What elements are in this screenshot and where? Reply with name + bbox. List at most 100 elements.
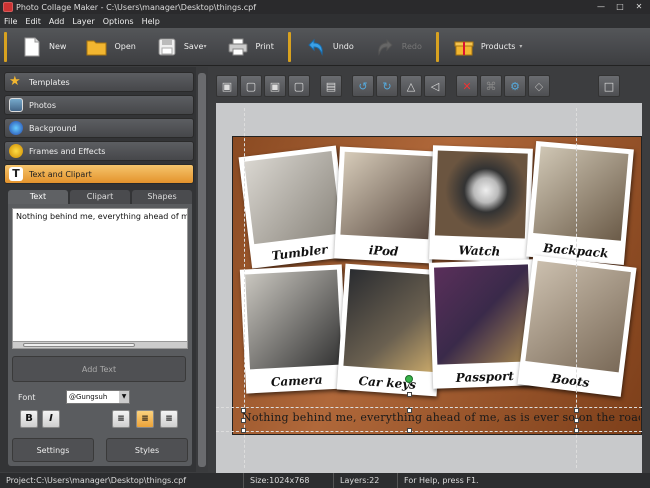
chevron-down-icon[interactable]: ▼ [119,391,129,403]
bring-forward-button[interactable]: ▢ [240,75,262,97]
resize-handle[interactable] [407,428,412,433]
photo-frame[interactable]: Tumbler [238,145,350,269]
bring-to-front-button[interactable]: ▢ [288,75,310,97]
redo-button[interactable]: Redo [364,30,432,64]
products-dropdown-icon[interactable]: ▾ [519,43,525,50]
photo-frame[interactable]: Backpack [526,140,634,266]
bold-button[interactable]: B [20,410,38,428]
resize-handle[interactable] [574,418,579,423]
save-disk-icon [156,36,178,58]
crop-icon: ⌘ [485,79,497,93]
left-panel-scrollbar[interactable] [196,67,208,472]
resize-handle[interactable] [407,392,412,397]
photos-icon [9,98,23,112]
send-to-back-button[interactable]: ▣ [216,75,238,97]
menu-add[interactable]: Add [49,17,65,26]
resize-handle[interactable] [241,408,246,413]
resize-handle[interactable] [574,428,579,433]
app-icon [3,2,13,12]
photo-frame[interactable]: iPod [334,146,438,264]
new-button[interactable]: New [11,30,76,64]
collage-canvas[interactable]: Tumbler iPod Watch Backpack Camera Car k… [232,136,642,435]
sidebar-item-label: Text and Clipart [29,169,92,179]
rotate-right-button[interactable]: ↻ [376,75,398,97]
properties-button[interactable]: ⚙ [504,75,526,97]
status-bar: Project:C:\Users\manager\Desktop\things.… [0,473,650,488]
tab-shapes[interactable]: Shapes [132,190,192,204]
resize-handle[interactable] [241,418,246,423]
undo-button[interactable]: Undo [295,30,364,64]
scrollbar-thumb[interactable] [23,343,135,347]
menu-layer[interactable]: Layer [72,17,94,26]
sidebar-item-text-and-clipart[interactable]: T Text and Clipart [4,164,194,184]
tab-text[interactable]: Text [8,190,68,204]
text-input[interactable]: Nothing behind me, everything ahead of m… [12,208,188,344]
flip-horizontal-button[interactable]: △ [400,75,422,97]
resize-handle[interactable] [241,428,246,433]
menu-help[interactable]: Help [142,17,160,26]
minimize-button[interactable]: — [593,1,609,12]
align-left-button[interactable]: ≡ [112,410,130,428]
delete-button[interactable]: ✕ [456,75,478,97]
window-title: Photo Collage Maker - C:\Users\manager\D… [16,2,257,12]
photo-image [244,151,342,245]
photo-caption: Camera [270,372,323,390]
status-project: Project:C:\Users\manager\Desktop\things.… [0,473,244,488]
rotate-left-icon: ↺ [358,79,368,93]
sidebar-item-templates[interactable]: ★ Templates [4,72,194,92]
menu-bar: File Edit Add Layer Options Help [0,14,650,28]
photo-caption: iPod [368,243,399,259]
page-button[interactable]: □ [598,75,620,97]
guide-line [244,108,245,468]
photo-image [343,269,440,373]
add-text-button[interactable]: Add Text [12,356,186,382]
sidebar-item-photos[interactable]: Photos [4,95,194,115]
menu-file[interactable]: File [4,17,17,26]
font-select[interactable]: @Gungsuh ▼ [66,390,130,404]
rotate-handle[interactable] [405,375,413,383]
resize-handle[interactable] [407,408,412,413]
close-button[interactable]: ✕ [631,1,647,12]
guide-line [576,108,577,468]
sidebar-item-label: Templates [29,77,70,87]
products-button[interactable]: Products [443,30,526,64]
photo-caption: Boots [550,371,591,390]
collage-text[interactable]: Nothing behind me, everything ahead of m… [242,411,640,429]
rotate-left-button[interactable]: ↺ [352,75,374,97]
tab-clipart[interactable]: Clipart [70,190,130,204]
align-button[interactable]: ▤ [320,75,342,97]
sidebar-item-background[interactable]: Background [4,118,194,138]
bring-to-front-icon: ▢ [293,79,305,93]
redo-label: Redo [401,42,422,51]
align-center-button[interactable]: ≡ [136,410,154,428]
printer-icon [227,36,249,58]
italic-button[interactable]: I [42,410,60,428]
crop-button[interactable]: ⌘ [480,75,502,97]
menu-options[interactable]: Options [103,17,134,26]
resize-handle[interactable] [574,408,579,413]
photo-frame[interactable]: Boots [517,255,637,397]
sidebar-item-frames-and-effects[interactable]: Frames and Effects [4,141,194,161]
align-right-icon: ≡ [165,414,173,424]
page-icon: □ [603,79,615,93]
open-button[interactable]: Open [76,30,145,64]
scrollbar-thumb[interactable] [198,73,206,467]
menu-edit[interactable]: Edit [25,17,41,26]
undo-label: Undo [332,42,354,51]
flip-vertical-button[interactable]: ◁ [424,75,446,97]
maximize-button[interactable]: □ [612,1,628,12]
print-button[interactable]: Print [217,30,283,64]
tab-bar: Text Clipart Shapes [8,190,192,204]
toolbar-separator [287,31,291,62]
photo-frame[interactable]: Camera [239,264,349,394]
background-icon [9,121,23,135]
lock-button[interactable]: ◇ [528,75,550,97]
settings-button[interactable]: Settings [12,438,94,462]
align-right-button[interactable]: ≡ [160,410,178,428]
save-dropdown-icon[interactable]: ▾ [203,43,209,50]
send-backward-button[interactable]: ▣ [264,75,286,97]
styles-button[interactable]: Styles [106,438,188,462]
text-input-scrollbar[interactable] [12,341,188,349]
print-label: Print [255,42,274,51]
photo-frame[interactable]: Watch [429,145,533,263]
